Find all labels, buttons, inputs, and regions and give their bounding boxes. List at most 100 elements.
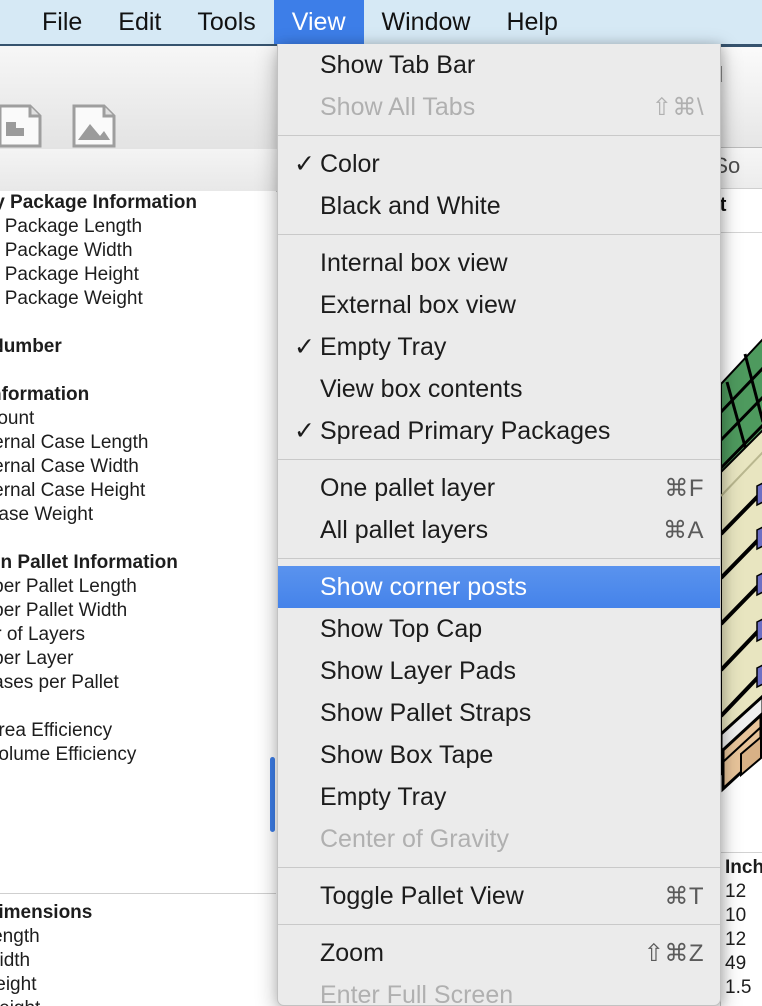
load-dimension-list: Load Dimensions Load Length Load Width Load… (0, 901, 276, 1006)
menubar-item-label: Window (381, 7, 471, 36)
menu-item-spread-primary-packages[interactable]: ✓ Spread Primary Packages (278, 410, 720, 452)
value-cell: 12 (725, 929, 747, 950)
menu-item-label: Black and White (320, 191, 501, 220)
data-field-label: Number of Layers (0, 624, 86, 645)
menu-item-label: Show Top Cap (320, 614, 483, 643)
menu-item-toggle-pallet-view[interactable]: Toggle Pallet View ⌘T (278, 875, 720, 917)
menu-item-label: Enter Full Screen (320, 980, 514, 1006)
menu-item-label: External box view (320, 290, 516, 319)
menu-separator (278, 924, 720, 925)
menu-item-shortcut: ⌘F (664, 474, 704, 502)
menubar-item-tools[interactable]: Tools (179, 0, 273, 44)
menu-item-black-and-white[interactable]: Black and White (278, 185, 720, 227)
menu-item-enter-full-screen: Enter Full Screen (278, 974, 720, 1006)
menu-item-label: Show Box Tape (320, 740, 494, 769)
menu-item-zoom[interactable]: Zoom ⇧⌘Z (278, 932, 720, 974)
data-field-label: Pallet Volume Efficiency (0, 744, 137, 765)
value-cell: 12 (725, 881, 747, 902)
menu-item-external-box-view[interactable]: External box view (278, 284, 720, 326)
value-cell: 49 (725, 953, 747, 974)
values-divider (721, 852, 762, 853)
view-dropdown-menu: Show Tab Bar Show All Tabs ⇧⌘\ ✓ Color Black … (277, 44, 721, 1006)
panel-divider (0, 893, 276, 894)
data-section-header: Load Dimensions (0, 902, 93, 923)
menu-item-empty-tray[interactable]: Empty Tray (278, 776, 720, 818)
data-field-label: Primary Package Length (0, 216, 143, 237)
pallet-3d-view[interactable] (721, 234, 762, 834)
image-document-icon[interactable] (70, 102, 118, 150)
secondary-window-toolbar: nd (721, 44, 762, 148)
spacer-row (0, 311, 276, 335)
menu-item-shortcut: ⌘A (662, 516, 704, 544)
data-section-header: Cases in Pallet Information (0, 552, 178, 573)
menu-item-show-pallet-straps[interactable]: Show Pallet Straps (278, 692, 720, 734)
panel-scroll-indicator[interactable] (270, 757, 275, 832)
data-field-label: Load Height (0, 974, 37, 995)
view-menu-items: Show Tab Bar Show All Tabs ⇧⌘\ ✓ Color Black … (278, 44, 720, 1006)
menu-item-show-top-cap[interactable]: Show Top Cap (278, 608, 720, 650)
menu-separator (278, 135, 720, 136)
value-column-header: Inches (725, 857, 762, 878)
checkmark-icon: ✓ (294, 332, 315, 361)
spacer-row (0, 359, 276, 383)
menu-item-label: View box contents (320, 374, 523, 403)
pallet-data-panel: Primary Package Information Primary Packa… (0, 191, 276, 1006)
data-field-label: Cases per Pallet Length (0, 576, 137, 597)
checkmark-icon: ✓ (294, 416, 315, 445)
menu-item-label: Show Tab Bar (320, 50, 476, 79)
menu-item-label: Show corner posts (320, 572, 528, 601)
menu-item-show-corner-posts[interactable]: Show corner posts (278, 566, 720, 608)
menu-item-label: One pallet layer (320, 473, 496, 502)
data-section-header: Pallet Number (0, 336, 62, 357)
menu-separator (278, 558, 720, 559)
menubar-item-view[interactable]: View (273, 0, 364, 44)
menu-item-show-layer-pads[interactable]: Show Layer Pads (278, 650, 720, 692)
menu-item-shortcut: ⇧⌘\ (651, 93, 704, 121)
secondary-window-subheader: e So (721, 148, 762, 189)
data-field-label: Int./External Case Length (0, 432, 149, 453)
value-cell: 10 (725, 905, 747, 926)
data-field-label: Cases per Pallet Width (0, 600, 128, 621)
menubar-item-label: View (291, 7, 346, 36)
menubar-item-edit[interactable]: Edit (100, 0, 179, 44)
data-field-label: Primary Package Height (0, 264, 139, 285)
menu-item-one-pallet-layer[interactable]: One pallet layer ⌘F (278, 467, 720, 509)
menu-item-show-tab-bar[interactable]: Show Tab Bar (278, 44, 720, 86)
menubar-item-window[interactable]: Window (364, 0, 489, 44)
menu-item-empty-tray[interactable]: ✓ Empty Tray (278, 326, 720, 368)
title-divider (721, 232, 762, 233)
menu-item-internal-box-view[interactable]: Internal box view (278, 242, 720, 284)
menu-item-color[interactable]: ✓ Color (278, 143, 720, 185)
spacer-row (0, 767, 276, 791)
menu-item-center-of-gravity: Center of Gravity (278, 818, 720, 860)
menubar-item-label: Edit (118, 7, 162, 36)
menu-item-show-box-tape[interactable]: Show Box Tape (278, 734, 720, 776)
data-field-label: Case Count (0, 408, 35, 429)
menu-item-view-box-contents[interactable]: View box contents (278, 368, 720, 410)
menu-item-label: Internal box view (320, 248, 508, 277)
menu-separator (278, 234, 720, 235)
menu-item-label: Empty Tray (320, 332, 447, 361)
menu-item-label: All pallet layers (320, 515, 489, 544)
menubar-item-label: File (42, 7, 83, 36)
data-section-header: Primary Package Information (0, 192, 197, 213)
menubar-item-label: Tools (197, 7, 256, 36)
menu-item-all-pallet-layers[interactable]: All pallet layers ⌘A (278, 509, 720, 551)
menu-item-shortcut: ⌘T (664, 882, 704, 910)
data-label-list: Primary Package Information Primary Packa… (0, 191, 276, 815)
document-icon[interactable] (0, 102, 44, 150)
menubar-item-help[interactable]: Help (488, 0, 575, 44)
spacer-row (0, 527, 276, 551)
data-field-label: Primary Package Weight (0, 288, 143, 309)
secondary-window-top-edge (721, 44, 762, 47)
checkmark-icon: ✓ (294, 149, 315, 178)
menu-item-label: Center of Gravity (320, 824, 509, 853)
data-field-label: Int./External Case Height (0, 480, 146, 501)
menubar-item-file[interactable]: File (24, 0, 100, 44)
data-field-label: Name (0, 791, 276, 815)
data-field-label: Cases per Layer (0, 648, 74, 669)
menu-item-shortcut: ⇧⌘Z (643, 939, 704, 967)
value-cell: 1.5 (725, 977, 752, 998)
menu-item-label: Spread Primary Packages (320, 416, 611, 445)
menu-bar: File Edit Tools View Window Help (0, 0, 762, 44)
